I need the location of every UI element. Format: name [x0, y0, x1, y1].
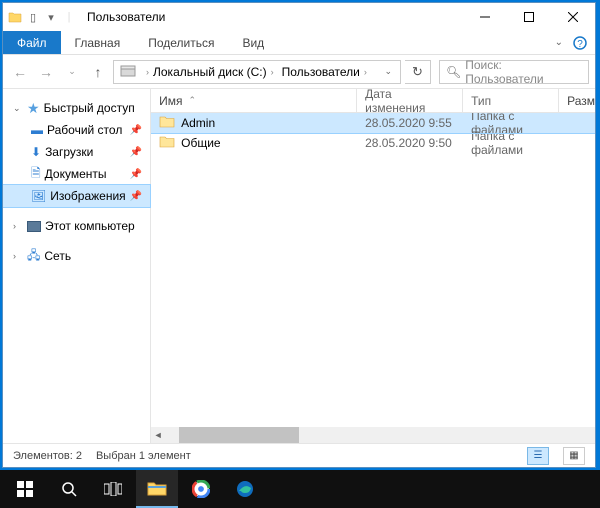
selection-info: Выбран 1 элемент: [96, 450, 191, 462]
icons-view-button[interactable]: ▦: [563, 447, 585, 465]
pin-icon: 📌: [130, 191, 142, 202]
col-name[interactable]: Имя⌃: [151, 89, 357, 112]
titlebar: ▯ ▾ | Пользователи: [3, 3, 595, 31]
desktop-icon: ▬: [31, 123, 43, 137]
maximize-button[interactable]: [507, 3, 551, 31]
file-tab[interactable]: Файл: [3, 31, 61, 54]
pc-icon: [27, 221, 41, 232]
ribbon: Файл Главная Поделиться Вид ⌄ ?: [3, 31, 595, 55]
recent-dropdown[interactable]: ⌄: [61, 61, 83, 83]
pin-icon: 📌: [130, 125, 142, 136]
folder-icon: [7, 9, 23, 25]
address-dropdown-icon[interactable]: ⌄: [378, 66, 398, 77]
sidebar-quick-access[interactable]: ⌄★Быстрый доступ: [3, 97, 150, 119]
properties-icon[interactable]: ▯: [25, 9, 41, 25]
ribbon-expand-icon[interactable]: ⌄: [549, 37, 569, 48]
star-icon: ★: [27, 100, 40, 117]
sidebar-item-pictures[interactable]: 🖼Изображения📌: [3, 185, 150, 207]
start-button[interactable]: [4, 470, 46, 508]
window-title: Пользователи: [81, 10, 463, 24]
search-icon: 🔍︎: [446, 65, 461, 79]
download-icon: ⬇: [31, 145, 41, 159]
folder-icon: [159, 135, 175, 151]
sidebar-item-documents[interactable]: 🗎Документы📌: [3, 163, 150, 185]
up-button[interactable]: ↑: [87, 61, 109, 83]
drive-icon: [120, 64, 136, 80]
refresh-button[interactable]: ↻: [405, 60, 431, 84]
tab-share[interactable]: Поделиться: [134, 36, 228, 50]
file-list: Имя⌃ Дата изменения Тип Размер Admin28.0…: [151, 89, 595, 443]
status-bar: Элементов: 2 Выбран 1 элемент ☰ ▦: [3, 443, 595, 467]
tab-home[interactable]: Главная: [61, 36, 135, 50]
sidebar: ⌄★Быстрый доступ ▬Рабочий стол📌 ⬇Загрузк…: [3, 89, 151, 443]
minimize-button[interactable]: [463, 3, 507, 31]
qa-dropdown-icon[interactable]: ▾: [43, 9, 59, 25]
taskbar-chrome[interactable]: [180, 470, 222, 508]
network-icon: 🖧: [27, 246, 40, 267]
taskbar-edge[interactable]: [224, 470, 266, 508]
taskbar-search[interactable]: [48, 470, 90, 508]
table-row[interactable]: Общие28.05.2020 9:50Папка с файлами: [151, 133, 595, 153]
pin-icon: 📌: [130, 147, 142, 158]
back-button[interactable]: ←: [9, 61, 31, 83]
search-input[interactable]: 🔍︎ Поиск: Пользователи: [439, 60, 589, 84]
breadcrumb[interactable]: ›Локальный диск (C:)› Пользователи› ⌄: [113, 60, 401, 84]
tab-view[interactable]: Вид: [228, 36, 278, 50]
crumb-drive[interactable]: Локальный диск (C:): [153, 65, 267, 79]
sidebar-this-pc[interactable]: ›Этот компьютер: [3, 215, 150, 237]
col-date[interactable]: Дата изменения: [357, 89, 463, 112]
document-icon: 🗎: [31, 164, 41, 185]
search-placeholder: Поиск: Пользователи: [465, 58, 582, 86]
help-button[interactable]: ?: [569, 32, 591, 54]
taskbar-explorer[interactable]: [136, 470, 178, 508]
picture-icon: 🖼: [31, 189, 46, 203]
crumb-users[interactable]: Пользователи: [282, 65, 360, 79]
col-size[interactable]: Размер: [559, 89, 595, 112]
sidebar-item-downloads[interactable]: ⬇Загрузки📌: [3, 141, 150, 163]
sidebar-network[interactable]: ›🖧Сеть: [3, 245, 150, 267]
address-bar: ← → ⌄ ↑ ›Локальный диск (C:)› Пользовате…: [3, 55, 595, 89]
column-headers: Имя⌃ Дата изменения Тип Размер: [151, 89, 595, 113]
taskbar: [0, 470, 600, 508]
sidebar-item-desktop[interactable]: ▬Рабочий стол📌: [3, 119, 150, 141]
details-view-button[interactable]: ☰: [527, 447, 549, 465]
pin-icon: 📌: [130, 169, 142, 180]
col-type[interactable]: Тип: [463, 89, 559, 112]
folder-icon: [159, 115, 175, 131]
task-view-button[interactable]: [92, 470, 134, 508]
horizontal-scrollbar[interactable]: ◄►: [151, 427, 595, 443]
item-count: Элементов: 2: [13, 450, 82, 462]
close-button[interactable]: [551, 3, 595, 31]
explorer-window: ▯ ▾ | Пользователи Файл Главная Поделить…: [2, 2, 596, 468]
svg-text:?: ?: [577, 39, 583, 50]
forward-button[interactable]: →: [35, 61, 57, 83]
